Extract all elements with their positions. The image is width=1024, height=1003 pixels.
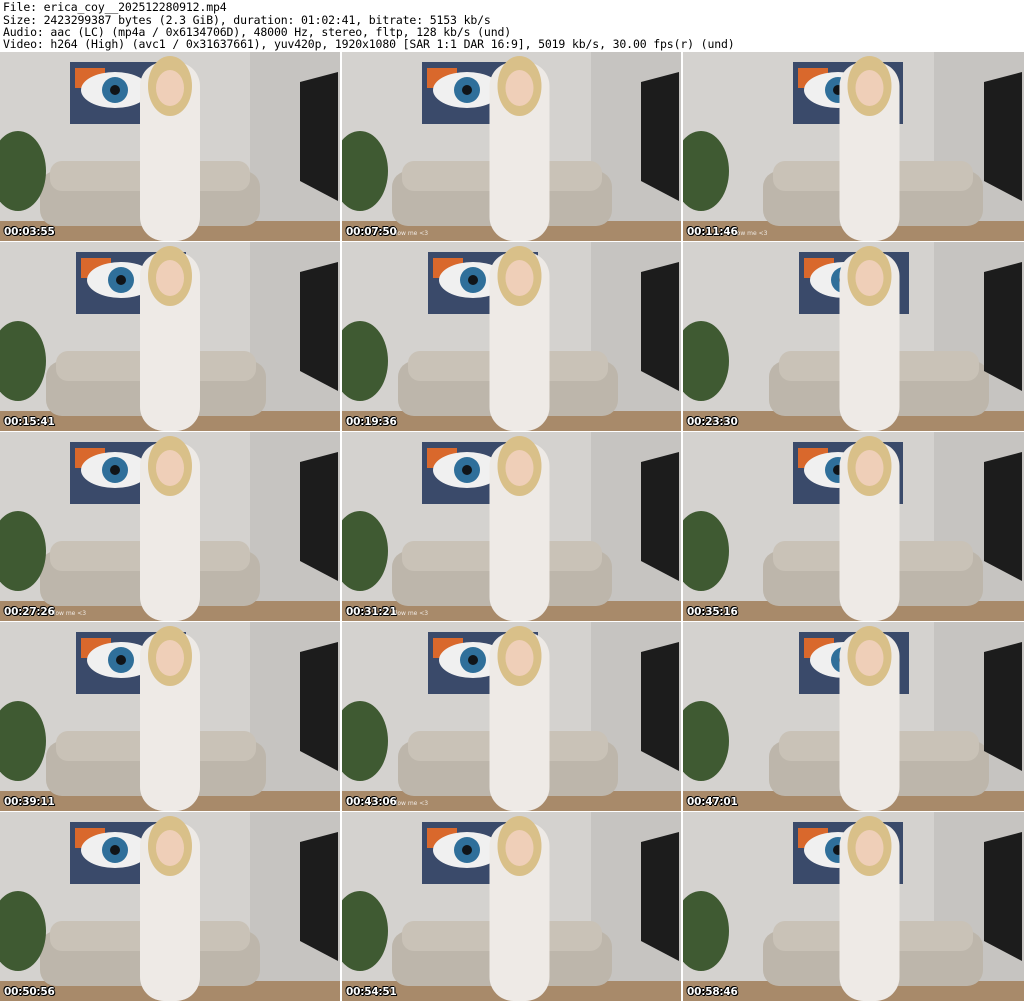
thumbnail-timestamp: 00:15:41	[4, 416, 55, 428]
scene-image	[342, 242, 681, 431]
watermark-text: llow me <3	[394, 230, 429, 237]
thumbnail-timestamp: 00:35:16	[687, 606, 738, 618]
scene-image	[0, 812, 340, 1001]
thumbnail-timestamp: 00:03:55	[4, 226, 55, 238]
thumbnail-timestamp: 00:47:01	[687, 796, 738, 808]
video-thumbnail: 00:58:46	[683, 812, 1024, 1001]
scene-image	[0, 52, 340, 241]
thumbnail-timestamp: 00:23:30	[687, 416, 738, 428]
scene-image	[342, 432, 681, 621]
video-line: Video: h264 (High) (avc1 / 0x31637661), …	[3, 37, 735, 51]
thumbnail-grid: 00:03:55 00:07:50 llow me <3 00:11:46 low me…	[0, 52, 1024, 1003]
watermark-text: llow me <3	[394, 800, 429, 807]
thumbnail-timestamp: 00:27:26	[4, 606, 55, 618]
thumbnail-timestamp: 00:58:46	[687, 986, 738, 998]
video-thumbnail: 00:19:36	[342, 242, 681, 431]
scene-image	[683, 812, 1024, 1001]
thumbnail-timestamp: 00:43:06	[346, 796, 397, 808]
scene-image	[0, 242, 340, 431]
scene-image	[0, 622, 340, 811]
thumbnail-timestamp: 00:19:36	[346, 416, 397, 428]
video-thumbnail: 00:35:16	[683, 432, 1024, 621]
video-thumbnail: 00:47:01	[683, 622, 1024, 811]
scene-image	[0, 432, 340, 621]
scene-image	[683, 432, 1024, 621]
scene-image	[342, 812, 681, 1001]
video-thumbnail: 00:23:30	[683, 242, 1024, 431]
video-thumbnail: 00:54:51	[342, 812, 681, 1001]
thumbnail-timestamp: 00:07:50	[346, 226, 397, 238]
scene-image	[342, 622, 681, 811]
scene-image	[342, 52, 681, 241]
video-thumbnail: 00:07:50 llow me <3	[342, 52, 681, 241]
video-thumbnail: 00:31:21 llow me <3	[342, 432, 681, 621]
watermark-text: low me <3	[735, 230, 768, 237]
scene-image	[683, 242, 1024, 431]
thumbnail-timestamp: 00:31:21	[346, 606, 397, 618]
thumbnail-timestamp: 00:54:51	[346, 986, 397, 998]
video-thumbnail: 00:43:06 llow me <3	[342, 622, 681, 811]
video-thumbnail: 00:39:11	[0, 622, 340, 811]
watermark-text: llow me <3	[52, 610, 87, 617]
video-thumbnail: 00:03:55	[0, 52, 340, 241]
thumbnail-timestamp: 00:50:56	[4, 986, 55, 998]
watermark-text: llow me <3	[394, 610, 429, 617]
scene-image	[683, 622, 1024, 811]
thumbnail-timestamp: 00:11:46	[687, 226, 738, 238]
video-thumbnail: 00:27:26 llow me <3	[0, 432, 340, 621]
video-thumbnail: 00:50:56	[0, 812, 340, 1001]
metadata-header: File: erica_coy__202512280912.mp4 Size: …	[0, 0, 1024, 52]
scene-image	[683, 52, 1024, 241]
thumbnail-timestamp: 00:39:11	[4, 796, 55, 808]
video-thumbnail: 00:11:46 low me <3	[683, 52, 1024, 241]
video-thumbnail: 00:15:41	[0, 242, 340, 431]
